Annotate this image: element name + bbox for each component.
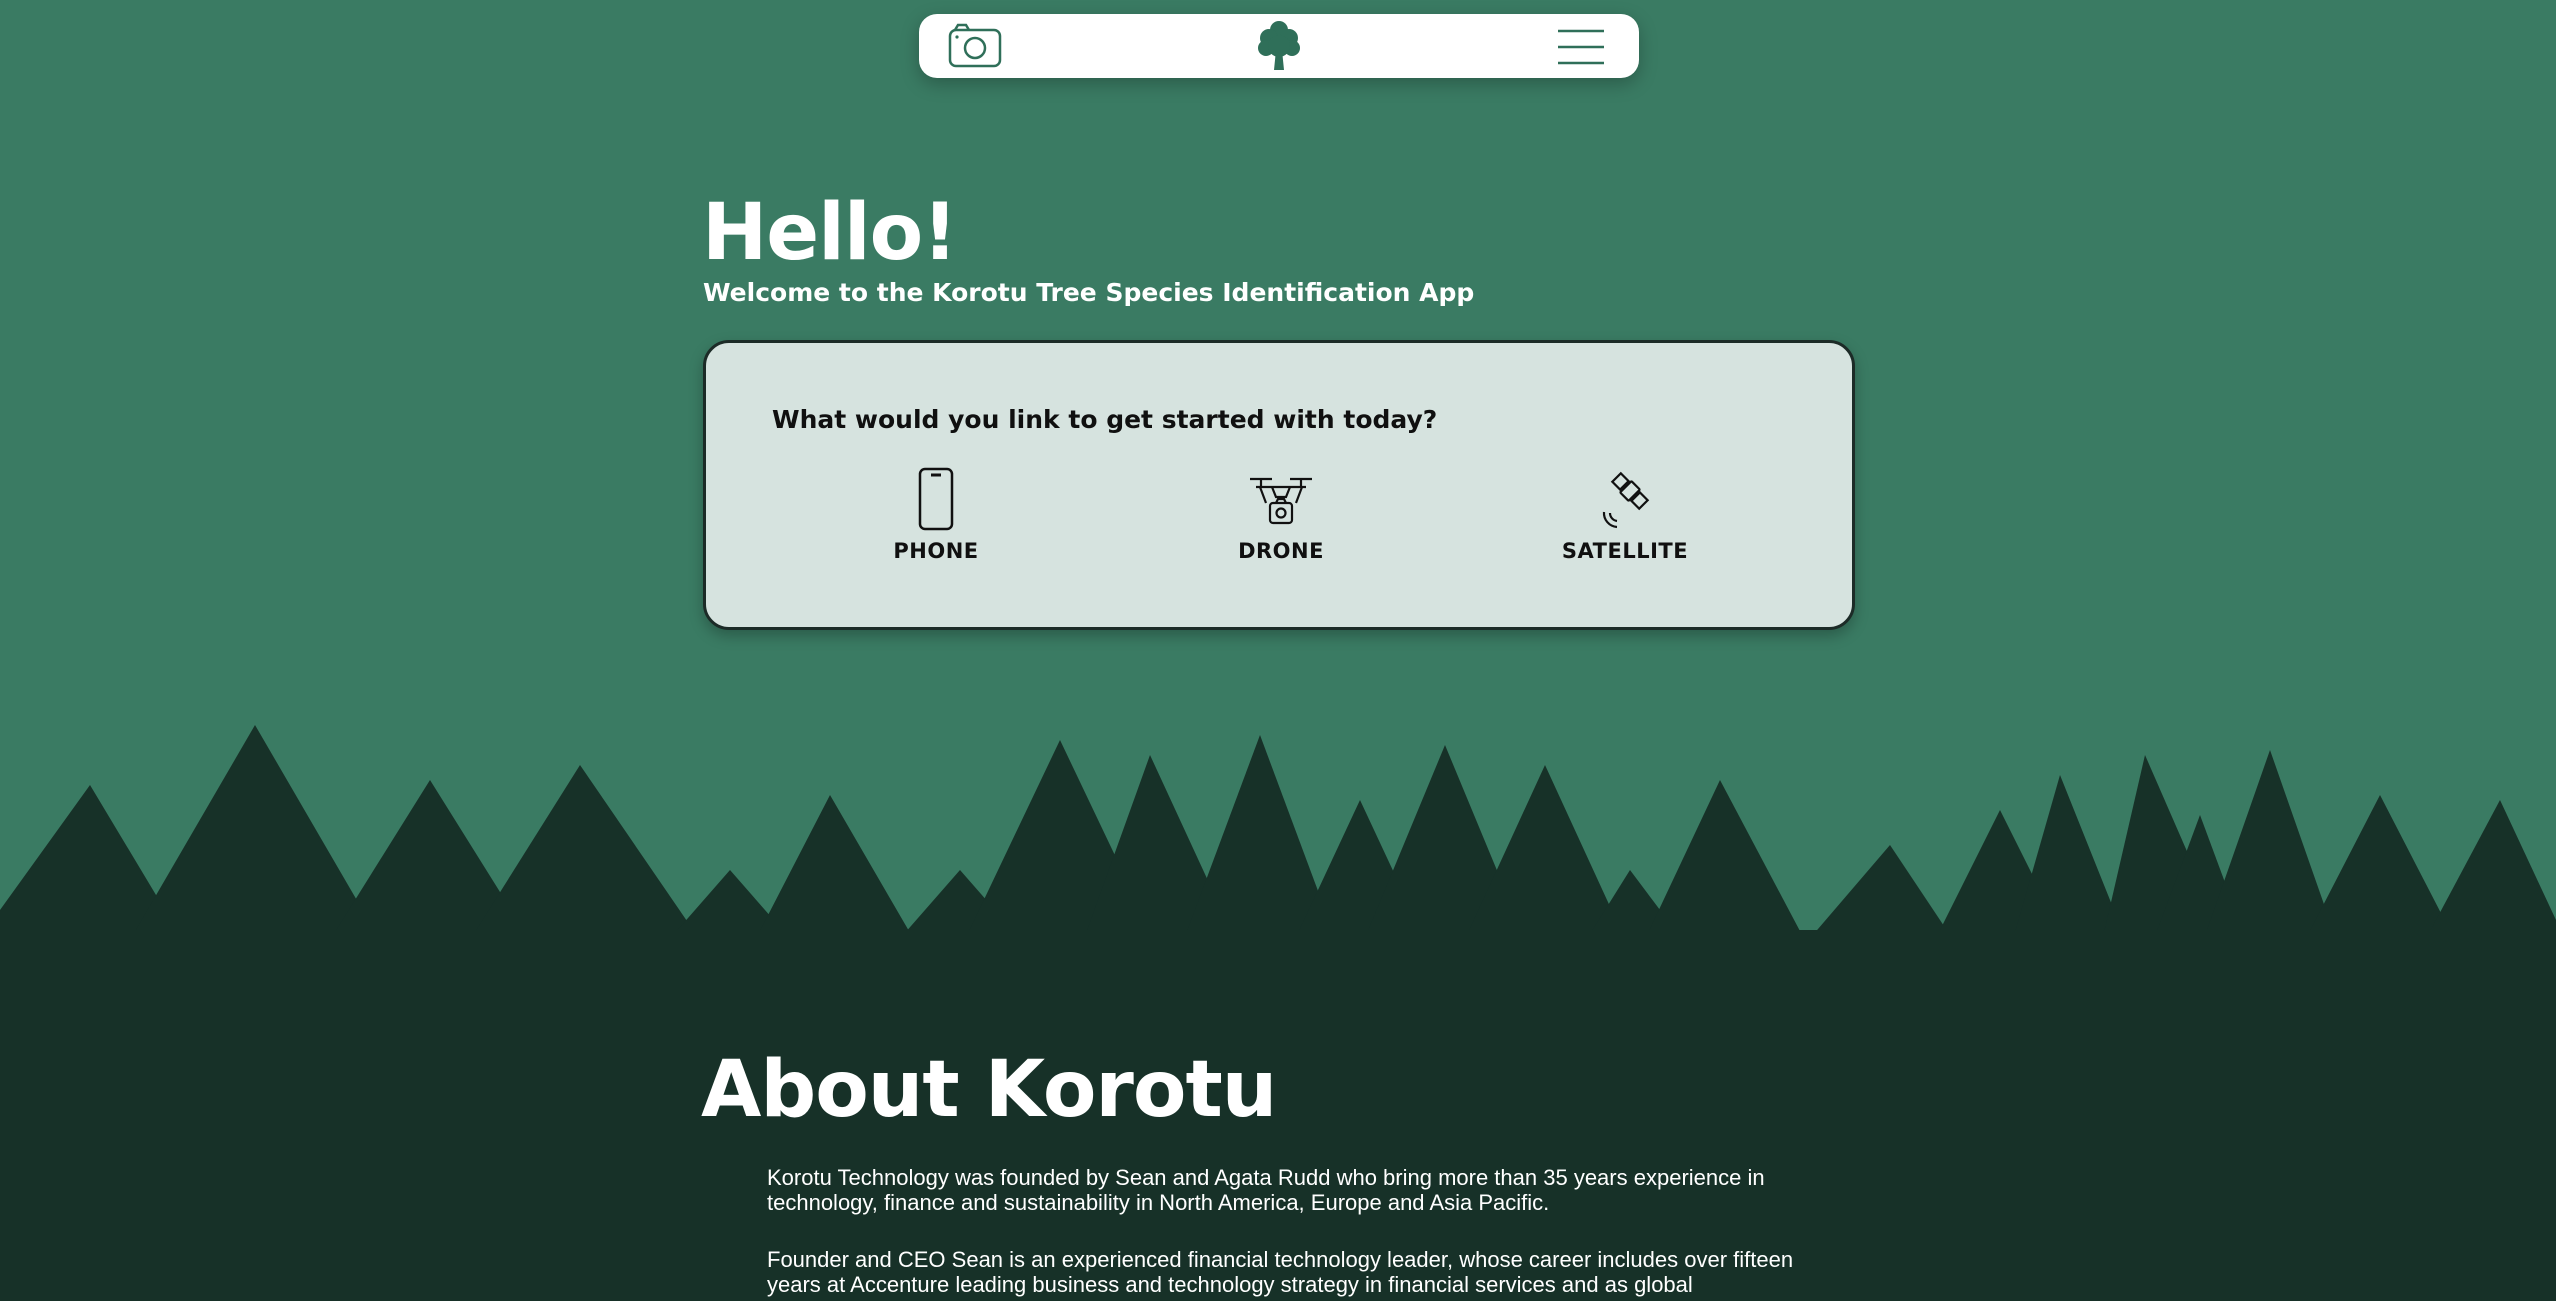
forest-silhouette [0,725,2556,980]
about-paragraph-2: Founder and CEO Sean is an experienced f… [767,1247,1794,1297]
hero-title: Hello! [702,188,958,278]
drone-icon [1250,477,1312,525]
drone-option-label: DRONE [1238,539,1324,563]
phone-icon [918,467,954,531]
get-started-card: What would you link to get started with … [703,340,1855,630]
top-nav-bar [919,14,1639,78]
satellite-icon [1602,471,1650,529]
phone-option-label: PHONE [893,539,979,563]
satellite-option[interactable]: SATELLITE [1525,467,1725,567]
phone-option[interactable]: PHONE [836,467,1036,567]
card-question: What would you link to get started with … [772,405,1438,434]
tree-logo-icon[interactable] [1256,20,1302,72]
drone-option[interactable]: DRONE [1181,467,1381,567]
about-paragraph-1: Korotu Technology was founded by Sean an… [767,1165,1765,1215]
about-title: About Korotu [701,1045,1277,1135]
camera-icon[interactable] [947,22,1003,70]
satellite-option-label: SATELLITE [1561,539,1689,563]
hero-subtitle: Welcome to the Korotu Tree Species Ident… [703,278,1475,307]
hamburger-menu-icon[interactable] [1556,28,1606,66]
